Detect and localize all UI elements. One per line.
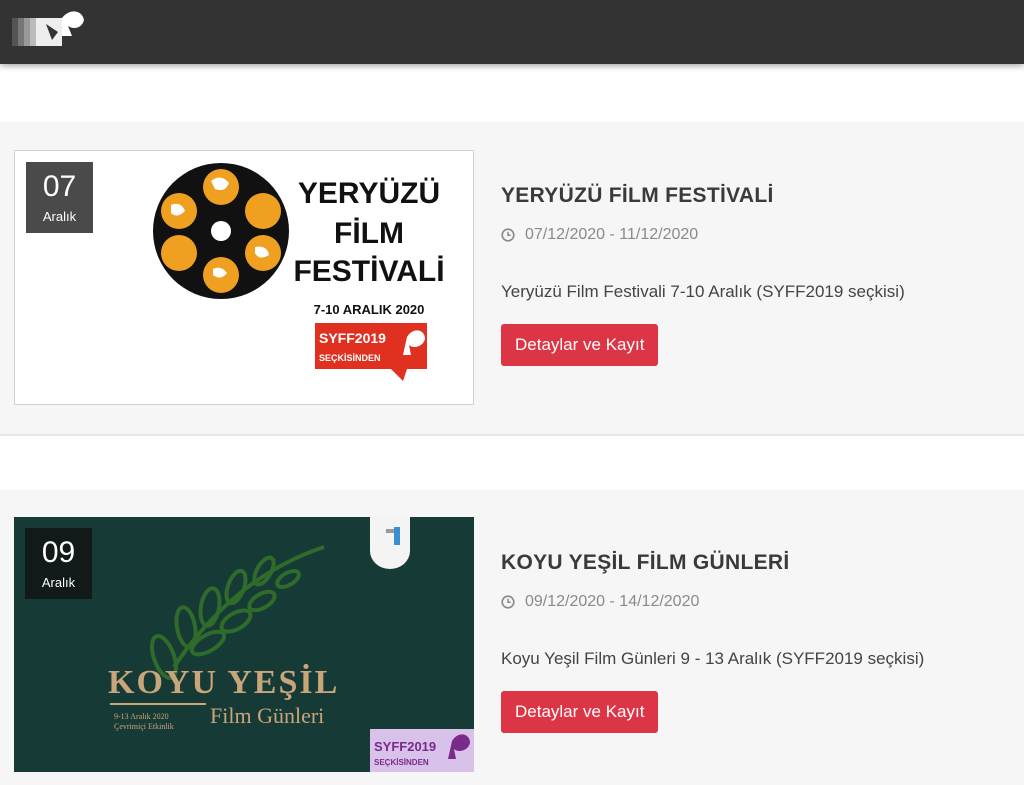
poster-title-line2: FİLM	[334, 217, 404, 250]
event-title[interactable]: YERYÜZÜ FİLM FESTİVALİ	[501, 184, 905, 208]
poster-badge-line1: SYFF2019	[374, 739, 436, 754]
clock-icon	[501, 228, 515, 242]
poster-date-text: 9-13 Aralık 2020	[114, 712, 169, 721]
clock-icon	[501, 595, 515, 609]
event-description: Koyu Yeşil Film Günleri 9 - 13 Aralık (S…	[501, 649, 925, 668]
event-date-range: 07/12/2020 - 11/12/2020	[525, 226, 699, 243]
poster-title-line2: Film Günleri	[210, 703, 324, 728]
event-description: Yeryüzü Film Festivali 7-10 Aralık (SYFF…	[501, 282, 905, 301]
event-card: YERYÜZÜ FİLM FESTİVALİ 7-10 ARALIK 2020 …	[0, 122, 1024, 436]
event-day: 09	[41, 536, 76, 569]
event-date-badge: 09 Aralık	[25, 528, 92, 599]
event-day: 07	[42, 170, 77, 203]
poster-date-text: 7-10 ARALIK 2020	[314, 302, 425, 317]
details-register-button[interactable]: Detaylar ve Kayıt	[501, 691, 659, 733]
event-month: Aralık	[42, 209, 77, 224]
event-info: KOYU YEŞİL FİLM GÜNLERİ 09/12/2020 - 14/…	[501, 551, 924, 733]
event-date-badge: 07 Aralık	[26, 162, 93, 233]
details-register-button[interactable]: Detaylar ve Kayıt	[501, 324, 659, 366]
poster-badge-line2: SEÇKİSİNDEN	[374, 758, 429, 767]
event-date-range: 09/12/2020 - 14/12/2020	[525, 593, 700, 610]
poster-title-line3: FESTİVALİ	[293, 255, 444, 288]
poster-title-line1: KOYU YEŞİL	[108, 663, 339, 701]
event-thumbnail[interactable]: YERYÜZÜ FİLM FESTİVALİ 7-10 ARALIK 2020 …	[14, 150, 474, 405]
poster-badge-line1: SYFF2019	[319, 330, 386, 346]
festival-logo-icon[interactable]	[12, 6, 86, 50]
top-navbar	[0, 0, 1024, 64]
event-month: Aralık	[41, 575, 76, 590]
event-card: KOYU YEŞİL Film Günleri 9-13 Aralık 2020…	[0, 490, 1024, 785]
poster-badge-line2: SEÇKİSİNDEN	[319, 353, 381, 363]
event-dates: 07/12/2020 - 11/12/2020	[501, 226, 905, 244]
event-info: YERYÜZÜ FİLM FESTİVALİ 07/12/2020 - 11/1…	[501, 184, 905, 366]
event-dates: 09/12/2020 - 14/12/2020	[501, 593, 924, 611]
poster-title-line1: YERYÜZÜ	[298, 177, 440, 210]
event-thumbnail[interactable]: KOYU YEŞİL Film Günleri 9-13 Aralık 2020…	[14, 517, 474, 772]
poster-sub-text: Çevrimiçi Etkinlik	[114, 722, 174, 731]
event-title[interactable]: KOYU YEŞİL FİLM GÜNLERİ	[501, 551, 924, 575]
